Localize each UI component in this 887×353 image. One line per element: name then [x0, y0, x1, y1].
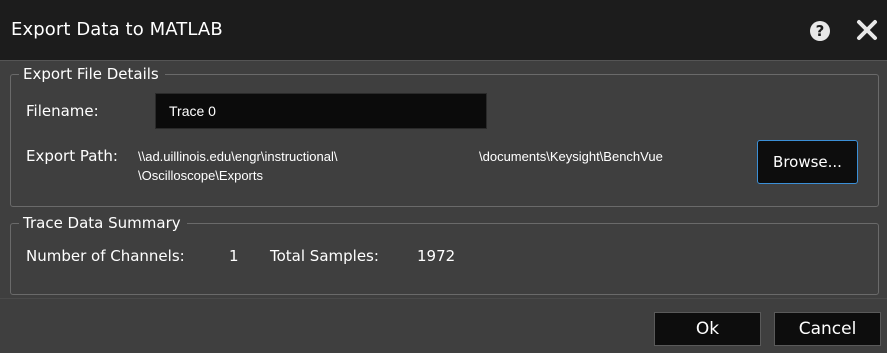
trace-data-summary-legend: Trace Data Summary — [19, 214, 187, 232]
filename-label: Filename: — [26, 102, 99, 120]
cancel-button[interactable]: Cancel — [774, 312, 881, 346]
dialog-title: Export Data to MATLAB — [11, 19, 223, 40]
browse-button[interactable]: Browse... — [757, 140, 858, 184]
help-icon[interactable]: ? — [810, 21, 830, 41]
export-path-label: Export Path: — [26, 147, 118, 165]
samples-label: Total Samples: — [270, 247, 379, 265]
ok-button[interactable]: Ok — [654, 312, 761, 346]
export-path-part3: \Oscilloscope\Exports — [138, 168, 263, 183]
footer-divider — [0, 298, 887, 299]
channels-label: Number of Channels: — [26, 247, 185, 265]
samples-value: 1972 — [417, 247, 456, 265]
channels-value: 1 — [229, 247, 239, 265]
export-path-part1: \\ad.uillinois.edu\engr\instructional\ — [138, 149, 338, 164]
export-file-details-legend: Export File Details — [19, 65, 165, 83]
dialog-titlebar: Export Data to MATLAB ? — [0, 0, 887, 61]
filename-input[interactable]: Trace 0 — [155, 93, 487, 129]
close-icon[interactable] — [854, 17, 880, 43]
export-path-part2: \documents\Keysight\BenchVue — [479, 149, 663, 164]
